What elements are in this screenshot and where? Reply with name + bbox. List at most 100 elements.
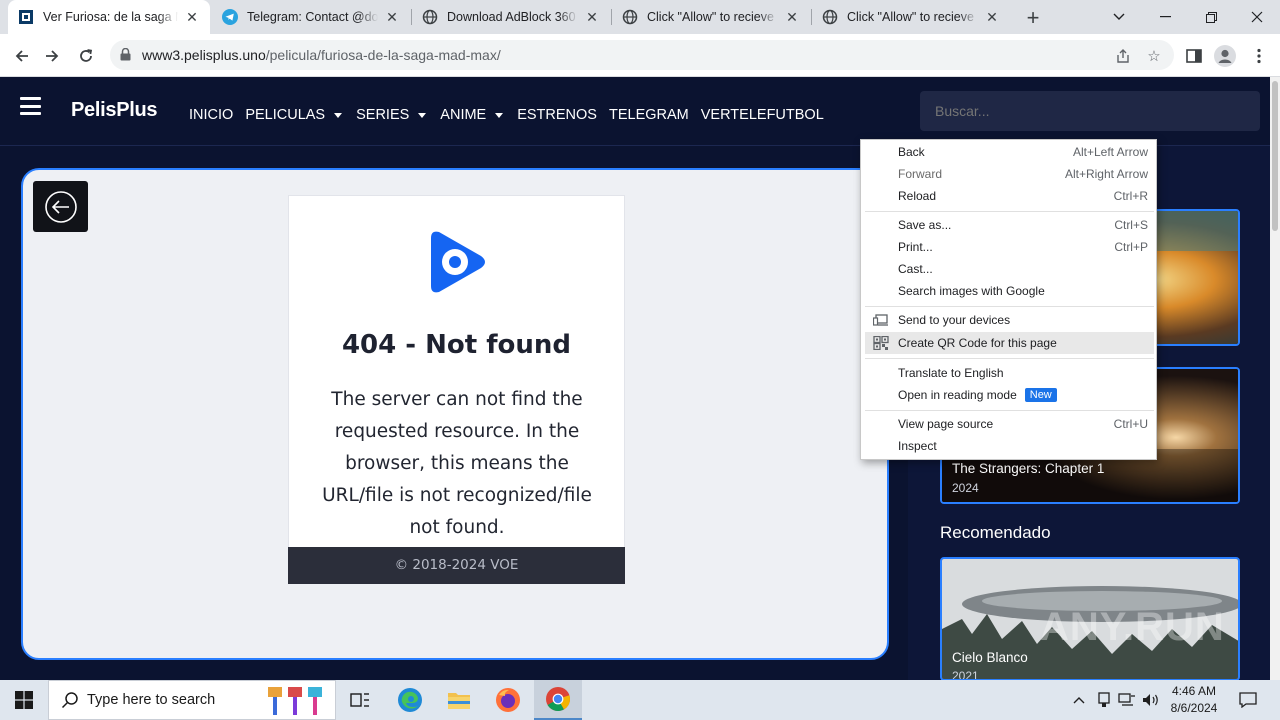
nav-label: SERIES (356, 107, 410, 123)
nav-peliculas[interactable]: PELICULAS (245, 107, 344, 123)
error-message: The server can not find the requested re… (322, 389, 592, 538)
bookmark-star-icon[interactable]: ☆ (1144, 46, 1164, 66)
movie-title: Cielo Blanco (952, 650, 1028, 665)
globe-icon (822, 9, 838, 25)
context-menu: Back Alt+Left Arrow Forward Alt+Right Arro… (860, 139, 1157, 460)
ctx-shortcut: Alt+Left Arrow (1072, 145, 1148, 159)
nav-series[interactable]: SERIES (356, 107, 428, 123)
restore-button[interactable] (1188, 0, 1234, 34)
ctx-print[interactable]: Print... Ctrl+P (865, 236, 1154, 258)
url-text: www3.pelisplus.uno/pelicula/furiosa-de-l… (142, 47, 501, 63)
ctx-separator (865, 410, 1154, 411)
page-scrollbar[interactable] (1270, 77, 1280, 680)
tab-strip: Ver Furiosa: de la saga Mad Max ✕ Telegr… (0, 0, 1280, 34)
ctx-send-devices[interactable]: Send to your devices (865, 309, 1154, 331)
notification-center-icon[interactable] (1234, 680, 1262, 720)
minimize-button[interactable] (1142, 0, 1188, 34)
taskbar-file-explorer[interactable] (435, 680, 483, 720)
search-icon (61, 692, 78, 709)
ctx-forward[interactable]: Forward Alt+Right Arrow (865, 163, 1154, 185)
new-tab-button[interactable]: + (1019, 4, 1047, 32)
paint-brushes-icon (268, 687, 322, 715)
video-player-frame[interactable]: 404 - Not found The server can not find … (21, 168, 889, 660)
nav-telegram[interactable]: TELEGRAM (609, 107, 689, 123)
caret-down-icon (334, 112, 343, 118)
tab-notification-2[interactable]: Click "Allow" to recieve notifications ✕ (812, 0, 1010, 34)
hamburger-menu-icon[interactable] (20, 97, 41, 115)
ctx-back[interactable]: Back Alt+Left Arrow (865, 141, 1154, 163)
chrome-icon (546, 687, 571, 712)
edge-icon (398, 688, 422, 712)
nav-vertelefutbol[interactable]: VERTELEFUTBOL (701, 107, 824, 123)
ctx-shortcut: Ctrl+R (1113, 189, 1148, 203)
close-tab-icon[interactable]: ✕ (384, 9, 400, 25)
folder-icon (448, 693, 470, 709)
qr-code-icon (873, 336, 889, 350)
close-tab-icon[interactable]: ✕ (984, 9, 1000, 25)
forward-button[interactable] (37, 41, 67, 71)
show-hidden-icons-chevron-icon[interactable] (1068, 680, 1090, 720)
anyrun-watermark: ANY.RUN (1040, 605, 1225, 649)
new-badge: New (1024, 388, 1057, 402)
taskbar-chrome[interactable] (534, 680, 582, 720)
ctx-inspect[interactable]: Inspect (865, 435, 1154, 457)
back-button[interactable] (7, 41, 37, 71)
close-tab-icon[interactable]: ✕ (784, 9, 800, 25)
ctx-reading-mode[interactable]: Open in reading mode New (865, 384, 1154, 406)
lock-icon[interactable] (120, 47, 131, 66)
tab-search-chevron-icon[interactable] (1096, 0, 1142, 34)
taskbar-search-box[interactable]: Type here to search (48, 680, 336, 720)
main-nav: INICIO PELICULAS SERIES ANIME ESTRENOS T… (189, 107, 836, 123)
system-clock[interactable]: 4:46 AM 8/6/2024 (1162, 683, 1226, 717)
reload-button[interactable] (71, 41, 101, 71)
taskbar-firefox[interactable] (484, 680, 532, 720)
tab-pelisplus[interactable]: Ver Furiosa: de la saga Mad Max ✕ (8, 0, 210, 34)
clock-time: 4:46 AM (1171, 684, 1217, 698)
ctx-qr-code[interactable]: Create QR Code for this page (865, 332, 1154, 354)
share-icon[interactable] (1113, 46, 1133, 66)
volume-icon[interactable] (1140, 680, 1162, 720)
url-path: /pelicula/furiosa-de-la-saga-mad-max/ (265, 47, 501, 63)
tab-title: Download AdBlock 360 (447, 10, 576, 24)
nav-anime[interactable]: ANIME (440, 107, 505, 123)
taskbar-search-placeholder: Type here to search (87, 692, 216, 708)
ctx-shortcut: Alt+Right Arrow (1064, 167, 1148, 181)
scrollbar-thumb[interactable] (1272, 81, 1278, 231)
tab-notification-1[interactable]: Click "Allow" to recieve notifications ✕ (612, 0, 810, 34)
address-bar[interactable]: www3.pelisplus.uno/pelicula/furiosa-de-l… (110, 40, 1174, 70)
ctx-translate[interactable]: Translate to English (865, 362, 1154, 384)
arrow-left-circle-icon (44, 190, 77, 223)
ctx-search-images[interactable]: Search images with Google (865, 280, 1154, 302)
ctx-label: Search images with Google (898, 284, 1045, 298)
close-tab-icon[interactable]: ✕ (184, 9, 200, 25)
side-panel-icon[interactable] (1183, 45, 1205, 67)
profile-avatar[interactable] (1214, 45, 1236, 67)
ctx-reload[interactable]: Reload Ctrl+R (865, 185, 1154, 207)
ctx-label: Inspect (898, 439, 937, 453)
ctx-save-as[interactable]: Save as... Ctrl+S (865, 214, 1154, 236)
start-button[interactable] (0, 680, 48, 720)
tab-adblock[interactable]: Download AdBlock 360 ✕ (412, 0, 610, 34)
movie-year: 2024 (952, 481, 979, 495)
kebab-menu-icon[interactable] (1248, 45, 1270, 67)
player-back-button[interactable] (33, 181, 88, 232)
site-search-input[interactable] (920, 91, 1260, 131)
close-tab-icon[interactable]: ✕ (584, 9, 600, 25)
nav-estrenos[interactable]: ESTRENOS (517, 107, 597, 123)
task-view-icon (350, 693, 369, 707)
usb-device-icon[interactable] (1094, 680, 1114, 720)
windows-logo-icon (15, 691, 33, 709)
task-view-button[interactable] (336, 680, 384, 720)
ctx-cast[interactable]: Cast... (865, 258, 1154, 280)
tab-telegram[interactable]: Telegram: Contact @dogs ✕ (212, 0, 410, 34)
globe-icon (422, 9, 438, 25)
ctx-separator (865, 358, 1154, 359)
nav-inicio[interactable]: INICIO (189, 107, 233, 123)
taskbar-edge[interactable] (386, 680, 434, 720)
network-icon[interactable] (1116, 680, 1138, 720)
voe-logo-icon (425, 228, 489, 301)
ctx-label: Reload (898, 189, 937, 203)
site-logo[interactable]: PelisPlus (71, 99, 158, 122)
close-window-button[interactable] (1234, 0, 1280, 34)
ctx-view-source[interactable]: View page source Ctrl+U (865, 413, 1154, 435)
